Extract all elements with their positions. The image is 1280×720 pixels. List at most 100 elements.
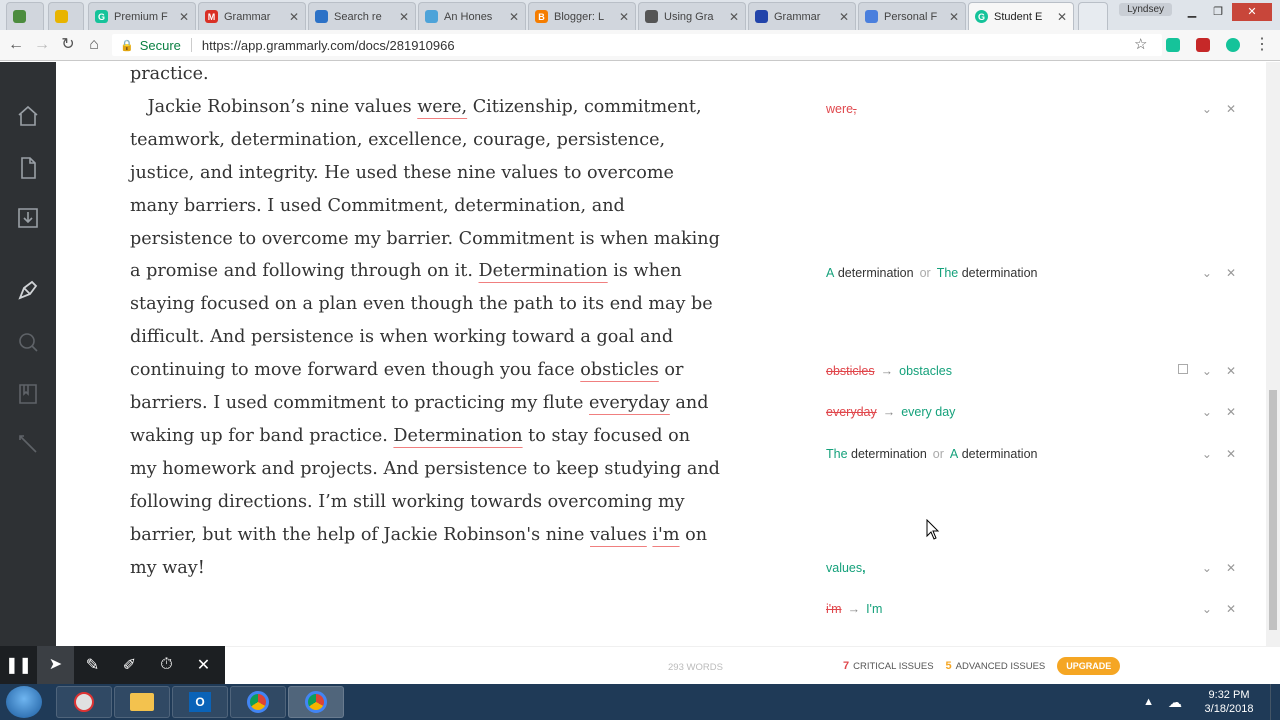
- browser-tab[interactable]: G Premium F ✕: [88, 2, 196, 30]
- dismiss-icon[interactable]: ✕: [1226, 447, 1236, 461]
- new-tab-button[interactable]: [1078, 2, 1108, 30]
- browser-tab[interactable]: An Hones ✕: [418, 2, 526, 30]
- suggestion-card[interactable]: everyday → every day ⌄ ✕: [826, 398, 1236, 426]
- download-icon[interactable]: [16, 206, 40, 230]
- taskbar-app-chrome-icon[interactable]: [288, 686, 344, 718]
- flagged-word[interactable]: obsticles: [580, 360, 659, 380]
- document-text[interactable]: practice. Jackie Robinson’s nine values …: [130, 58, 720, 585]
- reload-icon[interactable]: ↻: [58, 35, 78, 55]
- document-editor[interactable]: practice. Jackie Robinson’s nine values …: [56, 62, 820, 646]
- eraser-icon[interactable]: ✐: [111, 655, 148, 675]
- tray-expand-icon[interactable]: ▲: [1143, 696, 1154, 708]
- flagged-word[interactable]: were,: [417, 97, 467, 117]
- pin-icon[interactable]: [1177, 364, 1188, 374]
- flagged-word[interactable]: Determination: [393, 426, 522, 446]
- wand-icon[interactable]: [16, 432, 40, 456]
- plagiarism-search-icon[interactable]: [16, 330, 40, 354]
- suggestion-option[interactable]: The: [937, 266, 959, 280]
- tab-close-icon[interactable]: ✕: [1057, 10, 1067, 24]
- browser-tab[interactable]: B Blogger: L ✕: [528, 2, 636, 30]
- chevron-down-icon[interactable]: ⌄: [1202, 266, 1212, 280]
- timer-icon[interactable]: ⏱: [148, 656, 185, 674]
- browser-tab[interactable]: [6, 2, 44, 30]
- window-close-button[interactable]: ✕: [1232, 3, 1272, 21]
- taskbar-app-chrome-icon[interactable]: [230, 686, 286, 718]
- browser-tab-active[interactable]: G Student E ✕: [968, 2, 1074, 30]
- suggestion-add[interactable]: ,: [862, 561, 865, 575]
- chevron-down-icon[interactable]: ⌄: [1202, 364, 1212, 378]
- upgrade-button[interactable]: UPGRADE: [1057, 657, 1121, 675]
- flagged-word[interactable]: values: [590, 525, 647, 545]
- pointer-icon[interactable]: ➤: [37, 646, 74, 684]
- scrollbar[interactable]: [1266, 62, 1280, 646]
- suggestion-option[interactable]: The: [826, 447, 848, 461]
- tab-close-icon[interactable]: ✕: [619, 10, 629, 24]
- back-arrow-icon[interactable]: ←: [6, 35, 26, 55]
- extension-icon[interactable]: [1166, 38, 1180, 52]
- advanced-label[interactable]: ADVANCED ISSUES: [956, 661, 1046, 672]
- tab-close-icon[interactable]: ✕: [179, 10, 189, 24]
- tab-close-icon[interactable]: ✕: [839, 10, 849, 24]
- browser-tab[interactable]: Grammar ✕: [748, 2, 856, 30]
- flagged-word[interactable]: everyday: [589, 393, 670, 413]
- close-icon[interactable]: ✕: [185, 655, 222, 675]
- browser-tab[interactable]: [48, 2, 84, 30]
- dismiss-icon[interactable]: ✕: [1226, 102, 1236, 116]
- minimize-button[interactable]: ▁: [1180, 3, 1204, 21]
- show-desktop-button[interactable]: [1270, 684, 1280, 720]
- suggestion-card[interactable]: i'm → I'm ⌄ ✕: [826, 595, 1236, 623]
- maximize-button[interactable]: ❐: [1206, 3, 1230, 21]
- pencil-icon[interactable]: ✎: [74, 655, 111, 675]
- dismiss-icon[interactable]: ✕: [1226, 602, 1236, 616]
- home-icon[interactable]: [16, 104, 40, 128]
- suggestion-option[interactable]: A: [950, 447, 958, 461]
- suggestion-new[interactable]: obstacles: [899, 364, 952, 378]
- taskbar-app-explorer-icon[interactable]: [114, 686, 170, 718]
- address-bar[interactable]: 🔒 Secure https://app.grammarly.com/docs/…: [112, 34, 1162, 56]
- chevron-down-icon[interactable]: ⌄: [1202, 405, 1212, 419]
- suggestion-new[interactable]: I'm: [866, 602, 882, 616]
- suggestion-option[interactable]: A: [826, 266, 834, 280]
- chevron-down-icon[interactable]: ⌄: [1202, 561, 1212, 575]
- suggestion-card[interactable]: A determination or The determination ⌄ ✕: [826, 259, 1236, 287]
- extension-icon[interactable]: [1196, 38, 1210, 52]
- onedrive-cloud-icon[interactable]: ☁: [1168, 694, 1182, 711]
- tab-close-icon[interactable]: ✕: [399, 10, 409, 24]
- chevron-down-icon[interactable]: ⌄: [1202, 602, 1212, 616]
- scrollbar-thumb[interactable]: [1269, 390, 1277, 630]
- suggestion-card[interactable]: The determination or A determination ⌄ ✕: [826, 440, 1236, 468]
- suggestion-card[interactable]: were, ⌄ ✕: [826, 95, 1236, 123]
- dismiss-icon[interactable]: ✕: [1226, 266, 1236, 280]
- menu-icon[interactable]: ⋮: [1252, 35, 1272, 55]
- pen-icon[interactable]: [16, 278, 40, 302]
- flagged-word[interactable]: Determination: [479, 261, 608, 281]
- home-icon[interactable]: ⌂: [84, 35, 104, 55]
- browser-tab[interactable]: M Grammar ✕: [198, 2, 306, 30]
- critical-label[interactable]: CRITICAL ISSUES: [853, 661, 933, 672]
- forward-arrow-icon[interactable]: →: [32, 35, 52, 55]
- bookmark-star-icon[interactable]: ☆: [1134, 35, 1147, 53]
- suggestion-new[interactable]: every day: [901, 405, 955, 419]
- browser-tab[interactable]: Search re ✕: [308, 2, 416, 30]
- browser-tab[interactable]: Using Gra ✕: [638, 2, 746, 30]
- dismiss-icon[interactable]: ✕: [1226, 405, 1236, 419]
- taskbar-app-paint-icon[interactable]: [56, 686, 112, 718]
- tab-close-icon[interactable]: ✕: [729, 10, 739, 24]
- taskbar-app-outlook-icon[interactable]: O: [172, 686, 228, 718]
- document-icon[interactable]: [16, 156, 40, 180]
- chevron-down-icon[interactable]: ⌄: [1202, 102, 1212, 116]
- dictionary-icon[interactable]: [16, 382, 40, 406]
- grammarly-extension-icon[interactable]: [1226, 38, 1240, 52]
- browser-tab[interactable]: Personal F ✕: [858, 2, 966, 30]
- clock[interactable]: 9:32 PM 3/18/2018: [1194, 688, 1264, 716]
- profile-button[interactable]: Lyndsey: [1119, 3, 1172, 16]
- dismiss-icon[interactable]: ✕: [1226, 364, 1236, 378]
- dismiss-icon[interactable]: ✕: [1226, 561, 1236, 575]
- pause-icon[interactable]: ❚❚: [0, 655, 37, 675]
- tab-close-icon[interactable]: ✕: [949, 10, 959, 24]
- flagged-word[interactable]: i'm: [652, 525, 679, 545]
- suggestion-card[interactable]: obsticles → obstacles ⌄ ✕: [826, 357, 1236, 385]
- tab-close-icon[interactable]: ✕: [289, 10, 299, 24]
- chevron-down-icon[interactable]: ⌄: [1202, 447, 1212, 461]
- suggestion-card[interactable]: values, ⌄ ✕: [826, 554, 1236, 582]
